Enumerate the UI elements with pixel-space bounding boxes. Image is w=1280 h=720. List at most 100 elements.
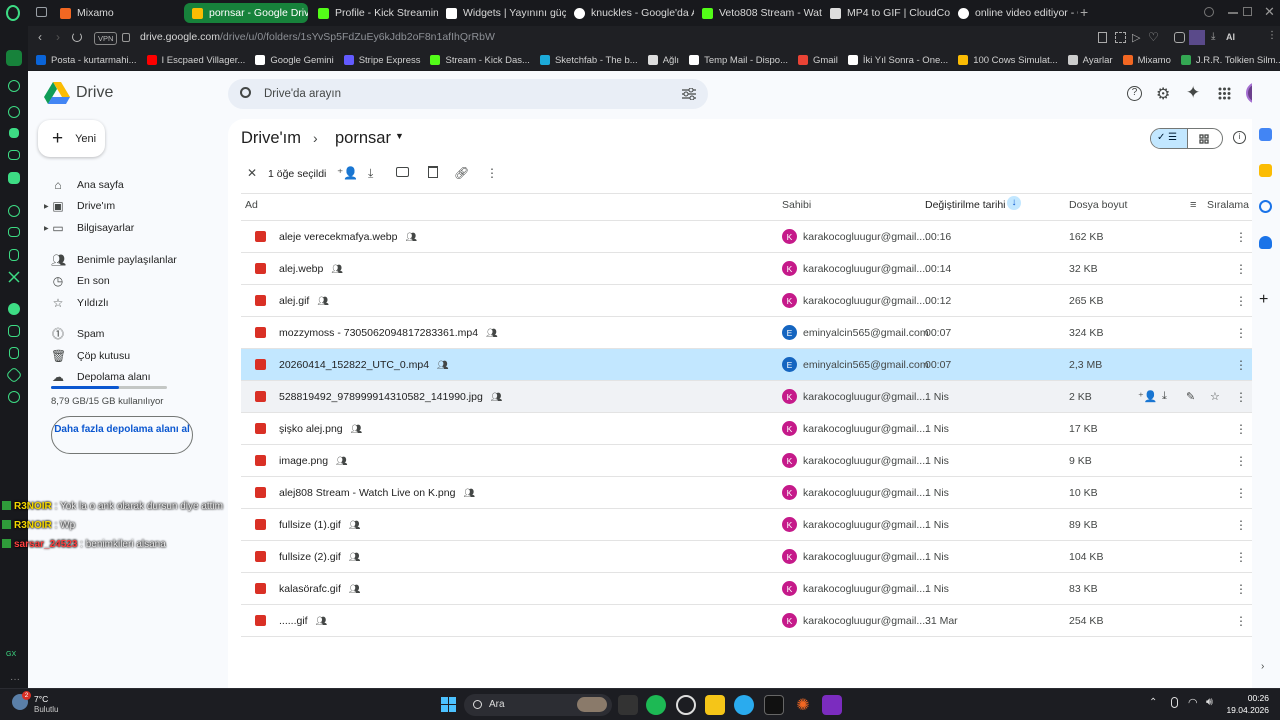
bookmark-item[interactable]: Mixamo [1122, 55, 1171, 66]
details-info-icon[interactable]: i [1233, 131, 1246, 144]
star-icon[interactable]: ☆ [1210, 390, 1220, 403]
help-icon[interactable]: ? [1127, 86, 1142, 101]
tab-mixamo[interactable]: Mixamo [52, 3, 177, 23]
opera-gx-taskbar-icon[interactable] [618, 695, 638, 715]
nav-item-2[interactable]: ▭ Bilgisayarlar ▶ [44, 221, 134, 235]
row-more-icon[interactable]: ⋮ [1235, 614, 1247, 628]
row-more-icon[interactable]: ⋮ [1235, 486, 1247, 500]
drive-logo-icon[interactable] [44, 81, 70, 105]
grid-view-button[interactable] [1199, 134, 1209, 144]
clock-time[interactable]: 00:26 [1229, 693, 1269, 703]
settings-icon[interactable]: ⚙ [1156, 84, 1170, 104]
contacts-icon[interactable] [1259, 236, 1272, 249]
owner-avatar[interactable]: K [782, 421, 797, 436]
file-name[interactable]: aleje verecekmafya.webp 👥︎ [279, 231, 417, 243]
owner-avatar[interactable]: K [782, 613, 797, 628]
search-input[interactable]: Drive'da arayın [228, 79, 708, 109]
opera-logo-icon[interactable] [6, 5, 20, 21]
sort-button[interactable]: Sıralama [1207, 199, 1249, 211]
file-name[interactable]: kalasörafc.gif 👥︎ [279, 583, 360, 595]
file-name[interactable]: alej808 Stream - Watch Live on K.png 👥︎ [279, 487, 475, 499]
calendar-icon[interactable] [1259, 128, 1272, 141]
copy-link-icon[interactable]: 🔗︎ [454, 166, 469, 180]
keep-icon[interactable] [1259, 164, 1272, 177]
move-icon[interactable] [396, 167, 409, 177]
x-icon[interactable] [8, 271, 20, 283]
download-file-icon[interactable]: ⤓ [368, 166, 373, 181]
download-icon[interactable]: ⤓ [1162, 390, 1167, 403]
taskbar-search[interactable]: Ara [464, 694, 612, 716]
bookmark-item[interactable]: Stripe Express [343, 55, 420, 66]
sidebar-app-icon[interactable] [8, 205, 20, 217]
row-more-icon[interactable]: ⋮ [1235, 454, 1247, 468]
tab-drive[interactable]: pornsar - Google Drive [184, 3, 308, 23]
profile-icon[interactable] [1189, 30, 1205, 45]
row-more-icon[interactable]: ⋮ [1235, 582, 1247, 596]
nav-item-7[interactable]: 🗑︎ Çöp kutusu [51, 349, 130, 363]
file-row[interactable]: kalasörafc.gif 👥︎ Kkarakocogluugur@gmail..… [241, 573, 1257, 605]
owner-avatar[interactable]: E [782, 357, 797, 372]
get-more-storage-button[interactable]: Daha fazla depolama alanı al [51, 416, 193, 454]
sidebar-app-icon[interactable] [8, 172, 20, 184]
col-name-header[interactable]: Ad [245, 199, 258, 211]
file-name[interactable]: fullsize (2).gif 👥︎ [279, 551, 360, 563]
vpn-badge[interactable]: VPN [94, 32, 118, 45]
bookmark-item[interactable]: İki Yıl Sonra - One... [847, 55, 948, 66]
expand-arrow-icon[interactable]: ▶ [44, 225, 49, 232]
sidebar-app-icon[interactable] [8, 106, 20, 118]
player-icon[interactable]: ▷ [1132, 31, 1140, 44]
forward-icon[interactable]: › [56, 30, 60, 44]
wifi-icon[interactable]: ◠ [1188, 696, 1198, 709]
file-row[interactable]: mozzymoss - 7305062094817283361.mp4 👥︎ Eem… [241, 317, 1257, 349]
aria-icon[interactable] [8, 80, 20, 92]
bookmark-item[interactable]: Ağlı [647, 55, 679, 66]
owner-avatar[interactable]: K [782, 389, 797, 404]
bookmark-item[interactable]: J.R.R. Tolkien Silm... [1180, 55, 1280, 66]
file-name[interactable]: ......gif 👥︎ [279, 615, 327, 627]
reload-icon[interactable] [72, 32, 82, 42]
tab-veto-stream[interactable]: Veto808 Stream - Watch L [694, 3, 822, 23]
app-taskbar-icon[interactable]: ✺ [793, 695, 813, 715]
tasks-icon[interactable] [1259, 200, 1272, 213]
apps-grid-icon[interactable] [1218, 87, 1231, 100]
row-more-icon[interactable]: ⋮ [1235, 230, 1247, 244]
share-icon[interactable]: ⁺👤 [337, 166, 358, 180]
bookmark-item[interactable]: Posta - kurtarmahi... [36, 55, 137, 66]
breadcrumb-current[interactable]: pornsar [335, 129, 391, 148]
back-icon[interactable]: ‹ [38, 30, 42, 44]
heart-icon[interactable]: ♡ [1148, 30, 1159, 44]
add-addon-icon[interactable]: + [1259, 292, 1268, 308]
list-view-button[interactable]: ✓ ☰ [1151, 129, 1188, 148]
row-more-icon[interactable]: ⋮ [1235, 550, 1247, 564]
row-more-icon[interactable]: ⋮ [1235, 326, 1247, 340]
lock-icon[interactable] [122, 33, 130, 42]
bookmark-item[interactable]: Ayarlar [1067, 55, 1113, 66]
collapse-panel-icon[interactable]: › [1261, 661, 1264, 672]
file-name[interactable]: 528819492_978999914310582_141990.jpg 👥︎ [279, 391, 502, 403]
file-name[interactable]: mozzymoss - 7305062094817283361.mp4 👥︎ [279, 327, 498, 339]
new-button[interactable]: + Yeni [38, 120, 105, 157]
sidebar-app-icon[interactable] [9, 347, 19, 359]
owner-avatar[interactable]: K [782, 229, 797, 244]
owner-avatar[interactable]: K [782, 485, 797, 500]
more-actions-icon[interactable]: ⋮ [486, 166, 498, 180]
file-row[interactable]: aleje verecekmafya.webp 👥︎ Kkarakocogluugu… [241, 221, 1257, 253]
file-row[interactable]: image.png 👥︎ Kkarakocogluugur@gmail.... 1 N… [241, 445, 1257, 477]
file-row[interactable]: ......gif 👥︎ Kkarakocogluugur@gmail.... 31 … [241, 605, 1257, 637]
bookmark-item[interactable]: Gmail [798, 55, 838, 66]
nav-item-0[interactable]: ⌂ Ana sayfa [51, 178, 123, 192]
owner-avatar[interactable]: K [782, 549, 797, 564]
nav-item-3[interactable]: 👥︎ Benimle paylaşılanlar [51, 253, 177, 267]
nav-item-1[interactable]: ▣ Drive'ım ▶ [44, 199, 115, 213]
sidebar-app-icon[interactable] [5, 366, 23, 384]
snapshot-icon[interactable] [1115, 32, 1126, 43]
volume-icon[interactable]: 🔊︎ [1206, 696, 1213, 709]
extensions-icon[interactable] [1174, 32, 1185, 43]
file-name[interactable]: 20260414_152822_UTC_0.mp4 👥︎ [279, 359, 448, 371]
start-button[interactable] [441, 697, 456, 712]
file-row[interactable]: şişko alej.png 👥︎ Kkarakocogluugur@gmail..… [241, 413, 1257, 445]
bookmark-item[interactable]: Stream - Kick Das... [430, 55, 530, 66]
file-name[interactable]: image.png 👥︎ [279, 455, 347, 467]
row-more-icon[interactable]: ⋮ [1235, 422, 1247, 436]
epic-games-taskbar-icon[interactable] [764, 695, 784, 715]
